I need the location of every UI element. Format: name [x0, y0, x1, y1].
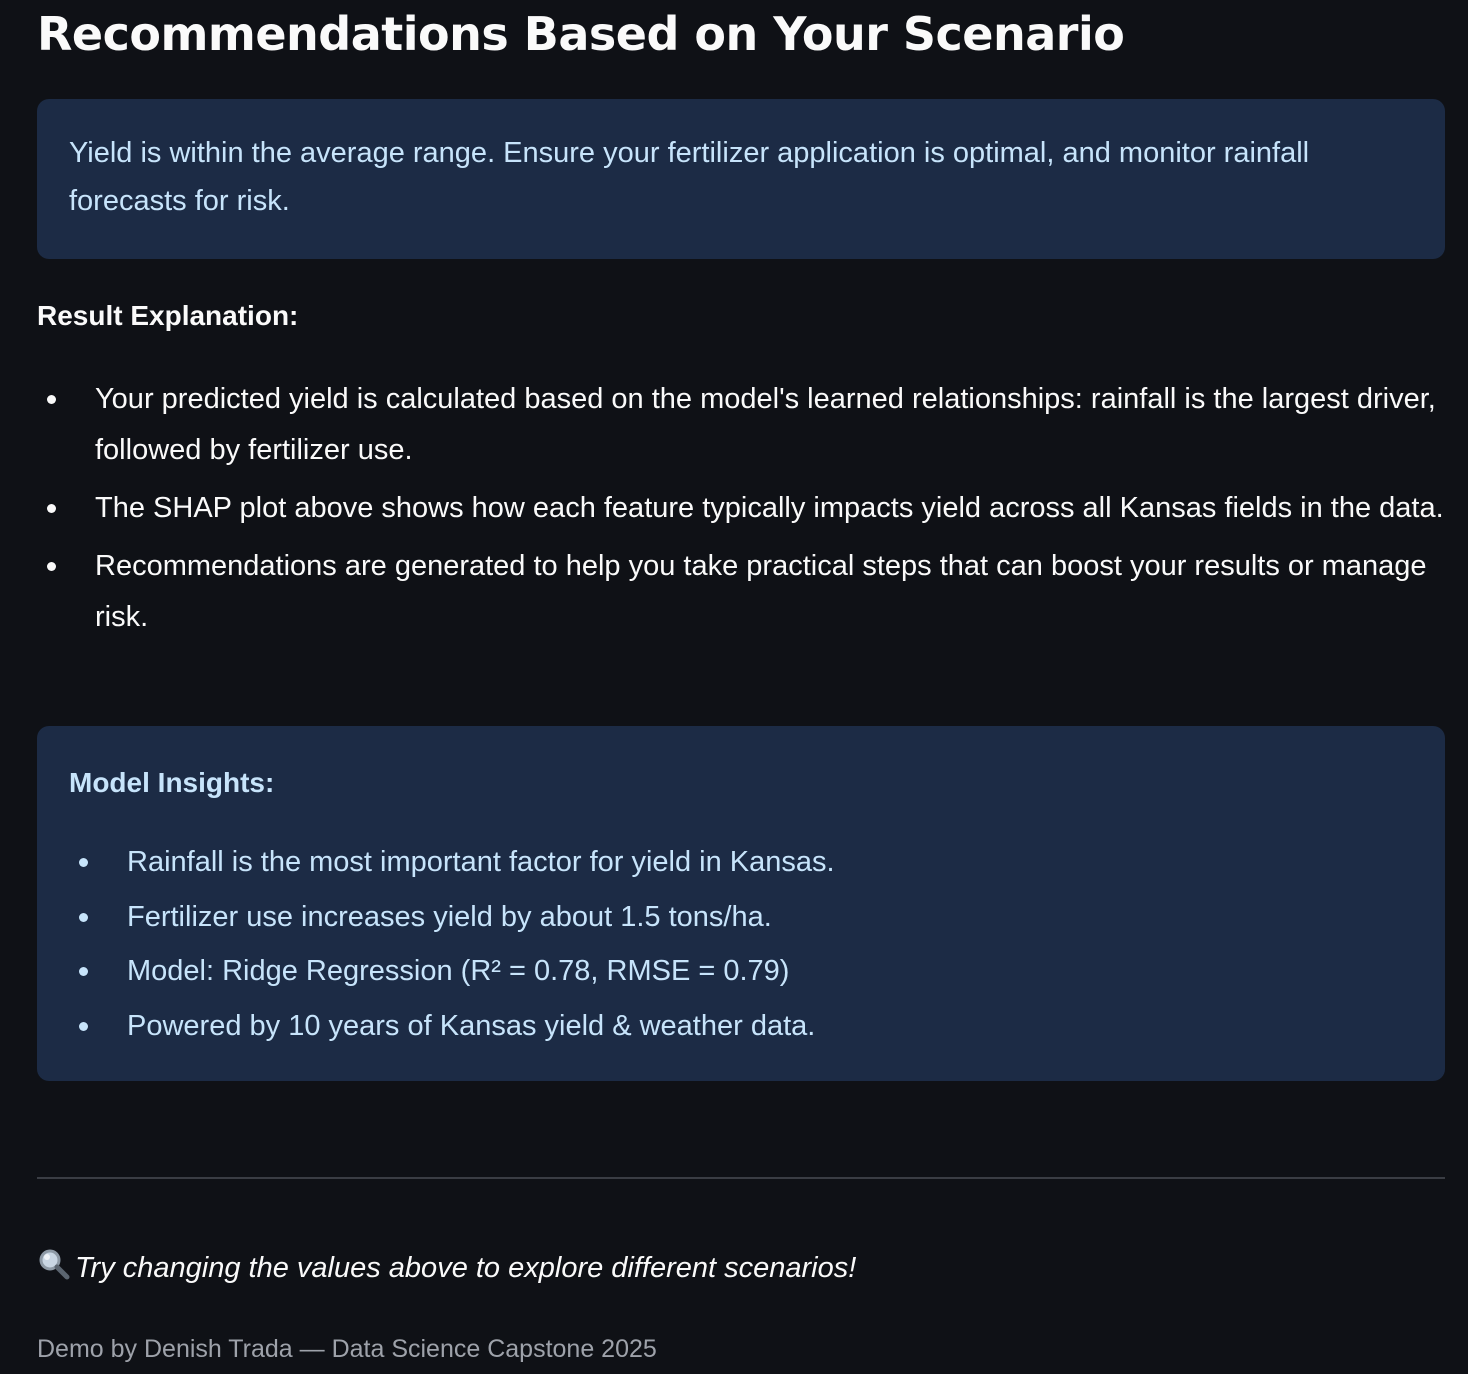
list-item: Fertilizer use increases yield by about … — [69, 894, 1409, 940]
list-item-text: Your predicted yield is calculated based… — [95, 383, 1436, 466]
bullet-icon — [79, 967, 88, 976]
model-insights-box: Model Insights: Rainfall is the most imp… — [37, 726, 1445, 1081]
bullet-icon — [79, 1021, 88, 1031]
list-item: Rainfall is the most important factor fo… — [69, 839, 1409, 885]
bullet-icon — [47, 504, 56, 513]
list-item: Recommendations are generated to help yo… — [37, 541, 1445, 643]
list-item-text: Rainfall is the most important factor fo… — [127, 846, 835, 878]
list-item-text: Recommendations are generated to help yo… — [95, 550, 1427, 633]
list-item: Powered by 10 years of Kansas yield & we… — [69, 1003, 1409, 1049]
bullet-icon — [47, 395, 56, 404]
magnifying-glass-icon — [37, 1247, 71, 1281]
list-item-text: The SHAP plot above shows how each featu… — [95, 492, 1444, 524]
list-item-text: Fertilizer use increases yield by about … — [127, 900, 772, 933]
model-insights-heading: Model Insights: — [69, 767, 275, 798]
recommendation-info-box: Yield is within the average range. Ensur… — [37, 99, 1445, 259]
list-item-text: Model: Ridge Regression (R² = 0.78, RMSE… — [127, 955, 790, 987]
list-item: The SHAP plot above shows how each featu… — [37, 483, 1445, 534]
list-item: Your predicted yield is calculated based… — [37, 374, 1445, 476]
result-explanation-list: Your predicted yield is calculated based… — [37, 374, 1445, 650]
bullet-icon — [79, 858, 88, 867]
page-title: Recommendations Based on Your Scenario — [37, 7, 1125, 61]
footer-credit: Demo by Denish Trada — Data Science Caps… — [37, 1335, 657, 1363]
list-item-text: Powered by 10 years of Kansas yield & we… — [127, 1009, 816, 1042]
list-item: Model: Ridge Regression (R² = 0.78, RMSE… — [69, 948, 1409, 994]
recommendation-text: Yield is within the average range. Ensur… — [69, 137, 1310, 217]
horizontal-divider — [37, 1177, 1445, 1179]
tip-text: Try changing the values above to explore… — [75, 1252, 857, 1284]
result-explanation-heading: Result Explanation: — [37, 300, 299, 331]
model-insights-list: Rainfall is the most important factor fo… — [69, 839, 1409, 1057]
bullet-icon — [47, 562, 56, 571]
bullet-icon — [79, 912, 88, 922]
tip-text-line: Try changing the values above to explore… — [37, 1245, 856, 1291]
